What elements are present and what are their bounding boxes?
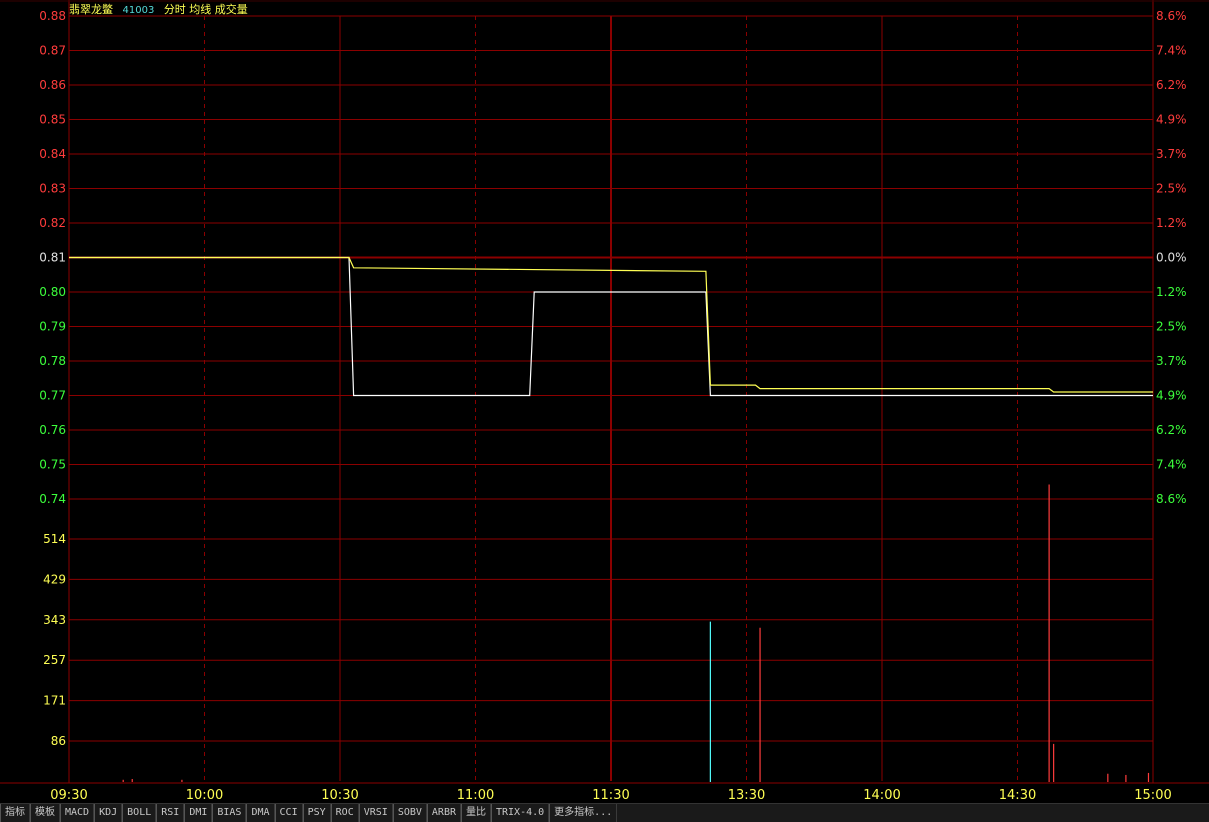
price-tick-label: 0.74 xyxy=(39,492,66,506)
percent-tick-label: 7.4% xyxy=(1156,458,1187,472)
volume-tick-label: 429 xyxy=(43,572,66,586)
chart-header: 翡翠龙鳖 41003 分时 均线 成交量 xyxy=(69,1,254,17)
price-tick-label: 0.84 xyxy=(39,147,66,161)
percent-tick-label: 0.0% xyxy=(1156,251,1187,265)
time-tick-label: 11:30 xyxy=(592,788,629,803)
percent-tick-label: 4.9% xyxy=(1156,113,1187,127)
volume-tick-label: 343 xyxy=(43,613,66,627)
volume-tick-label: 86 xyxy=(51,734,66,748)
indicator-tab[interactable]: DMA xyxy=(246,804,275,822)
indicator-tab[interactable]: SOBV xyxy=(392,804,427,822)
price-tick-label: 0.79 xyxy=(39,320,66,334)
indicator-tab[interactable]: PSY xyxy=(302,804,331,822)
intraday-chart[interactable]: 0.88 8.6% 0.87 7.4% 0.86 6.2% 0.85 4.9% 0.84 3.7%… xyxy=(0,0,1209,803)
time-tick-label: 13:30 xyxy=(728,788,765,803)
price-tick-label: 0.75 xyxy=(39,458,66,472)
percent-tick-label: 6.2% xyxy=(1156,78,1187,92)
percent-tick-label: 3.7% xyxy=(1156,147,1187,161)
price-tick-label: 0.80 xyxy=(39,285,66,299)
time-tick-label: 11:00 xyxy=(457,788,494,803)
time-tick-label: 10:00 xyxy=(186,788,223,803)
price-tick-label: 0.87 xyxy=(39,44,66,58)
indicator-tab[interactable]: ROC xyxy=(330,804,359,822)
time-tick-label: 14:30 xyxy=(999,788,1036,803)
indicator-tab[interactable]: 模板 xyxy=(30,804,60,822)
indicator-tab[interactable]: BIAS xyxy=(212,804,247,822)
percent-tick-label: 6.2% xyxy=(1156,423,1187,437)
price-tick-label: 0.81 xyxy=(39,251,66,265)
indicator-tab[interactable]: BOLL xyxy=(122,804,157,822)
time-tick-label: 10:30 xyxy=(321,788,358,803)
percent-tick-label: 1.2% xyxy=(1156,216,1187,230)
price-tick-label: 0.86 xyxy=(39,78,66,92)
percent-tick-label: 8.6% xyxy=(1156,9,1187,23)
volume-tick-label: 514 xyxy=(43,532,66,546)
percent-tick-label: 1.2% xyxy=(1156,285,1187,299)
indicator-tab[interactable]: VRSI xyxy=(358,804,393,822)
price-tick-label: 0.76 xyxy=(39,423,66,437)
price-tick-label: 0.82 xyxy=(39,216,66,230)
indicator-tab[interactable]: MACD xyxy=(60,804,95,822)
price-tick-label: 0.77 xyxy=(39,389,66,403)
stock-code: 41003 xyxy=(122,5,155,16)
percent-tick-label: 8.6% xyxy=(1156,492,1187,506)
percent-tick-label: 4.9% xyxy=(1156,389,1187,403)
indicator-tab-bar: 指标 模板 MACD KDJ BOLL RSI DMI BIAS DMA CCI PSY ROC VRS… xyxy=(0,803,1209,822)
indicator-tab[interactable]: RSI xyxy=(156,804,185,822)
indicator-tab[interactable]: 更多指标... xyxy=(549,804,618,822)
indicator-tab[interactable]: 量比 xyxy=(461,804,491,822)
time-tick-label: 09:30 xyxy=(50,788,87,803)
price-tick-label: 0.88 xyxy=(39,9,66,23)
volume-tick-label: 171 xyxy=(43,694,66,708)
indicator-tab[interactable]: 指标 xyxy=(0,804,30,822)
percent-tick-label: 2.5% xyxy=(1156,182,1187,196)
indicator-tab[interactable]: ARBR xyxy=(426,804,461,822)
indicator-tab[interactable]: KDJ xyxy=(94,804,123,822)
time-tick-label: 15:00 xyxy=(1134,788,1171,803)
indicator-tab[interactable]: CCI xyxy=(274,804,303,822)
price-tick-label: 0.78 xyxy=(39,354,66,368)
percent-tick-label: 3.7% xyxy=(1156,354,1187,368)
time-tick-label: 14:00 xyxy=(863,788,900,803)
stock-name: 翡翠龙鳖 xyxy=(69,3,113,16)
indicator-tab[interactable]: DMI xyxy=(184,804,213,822)
chart-mode-label: 分时 均线 成交量 xyxy=(163,3,248,16)
percent-tick-label: 2.5% xyxy=(1156,320,1187,334)
volume-tick-label: 257 xyxy=(43,653,66,667)
price-tick-label: 0.83 xyxy=(39,182,66,196)
percent-tick-label: 7.4% xyxy=(1156,44,1187,58)
price-tick-label: 0.85 xyxy=(39,113,66,127)
indicator-tab[interactable]: TRIX-4.0 xyxy=(491,804,550,822)
